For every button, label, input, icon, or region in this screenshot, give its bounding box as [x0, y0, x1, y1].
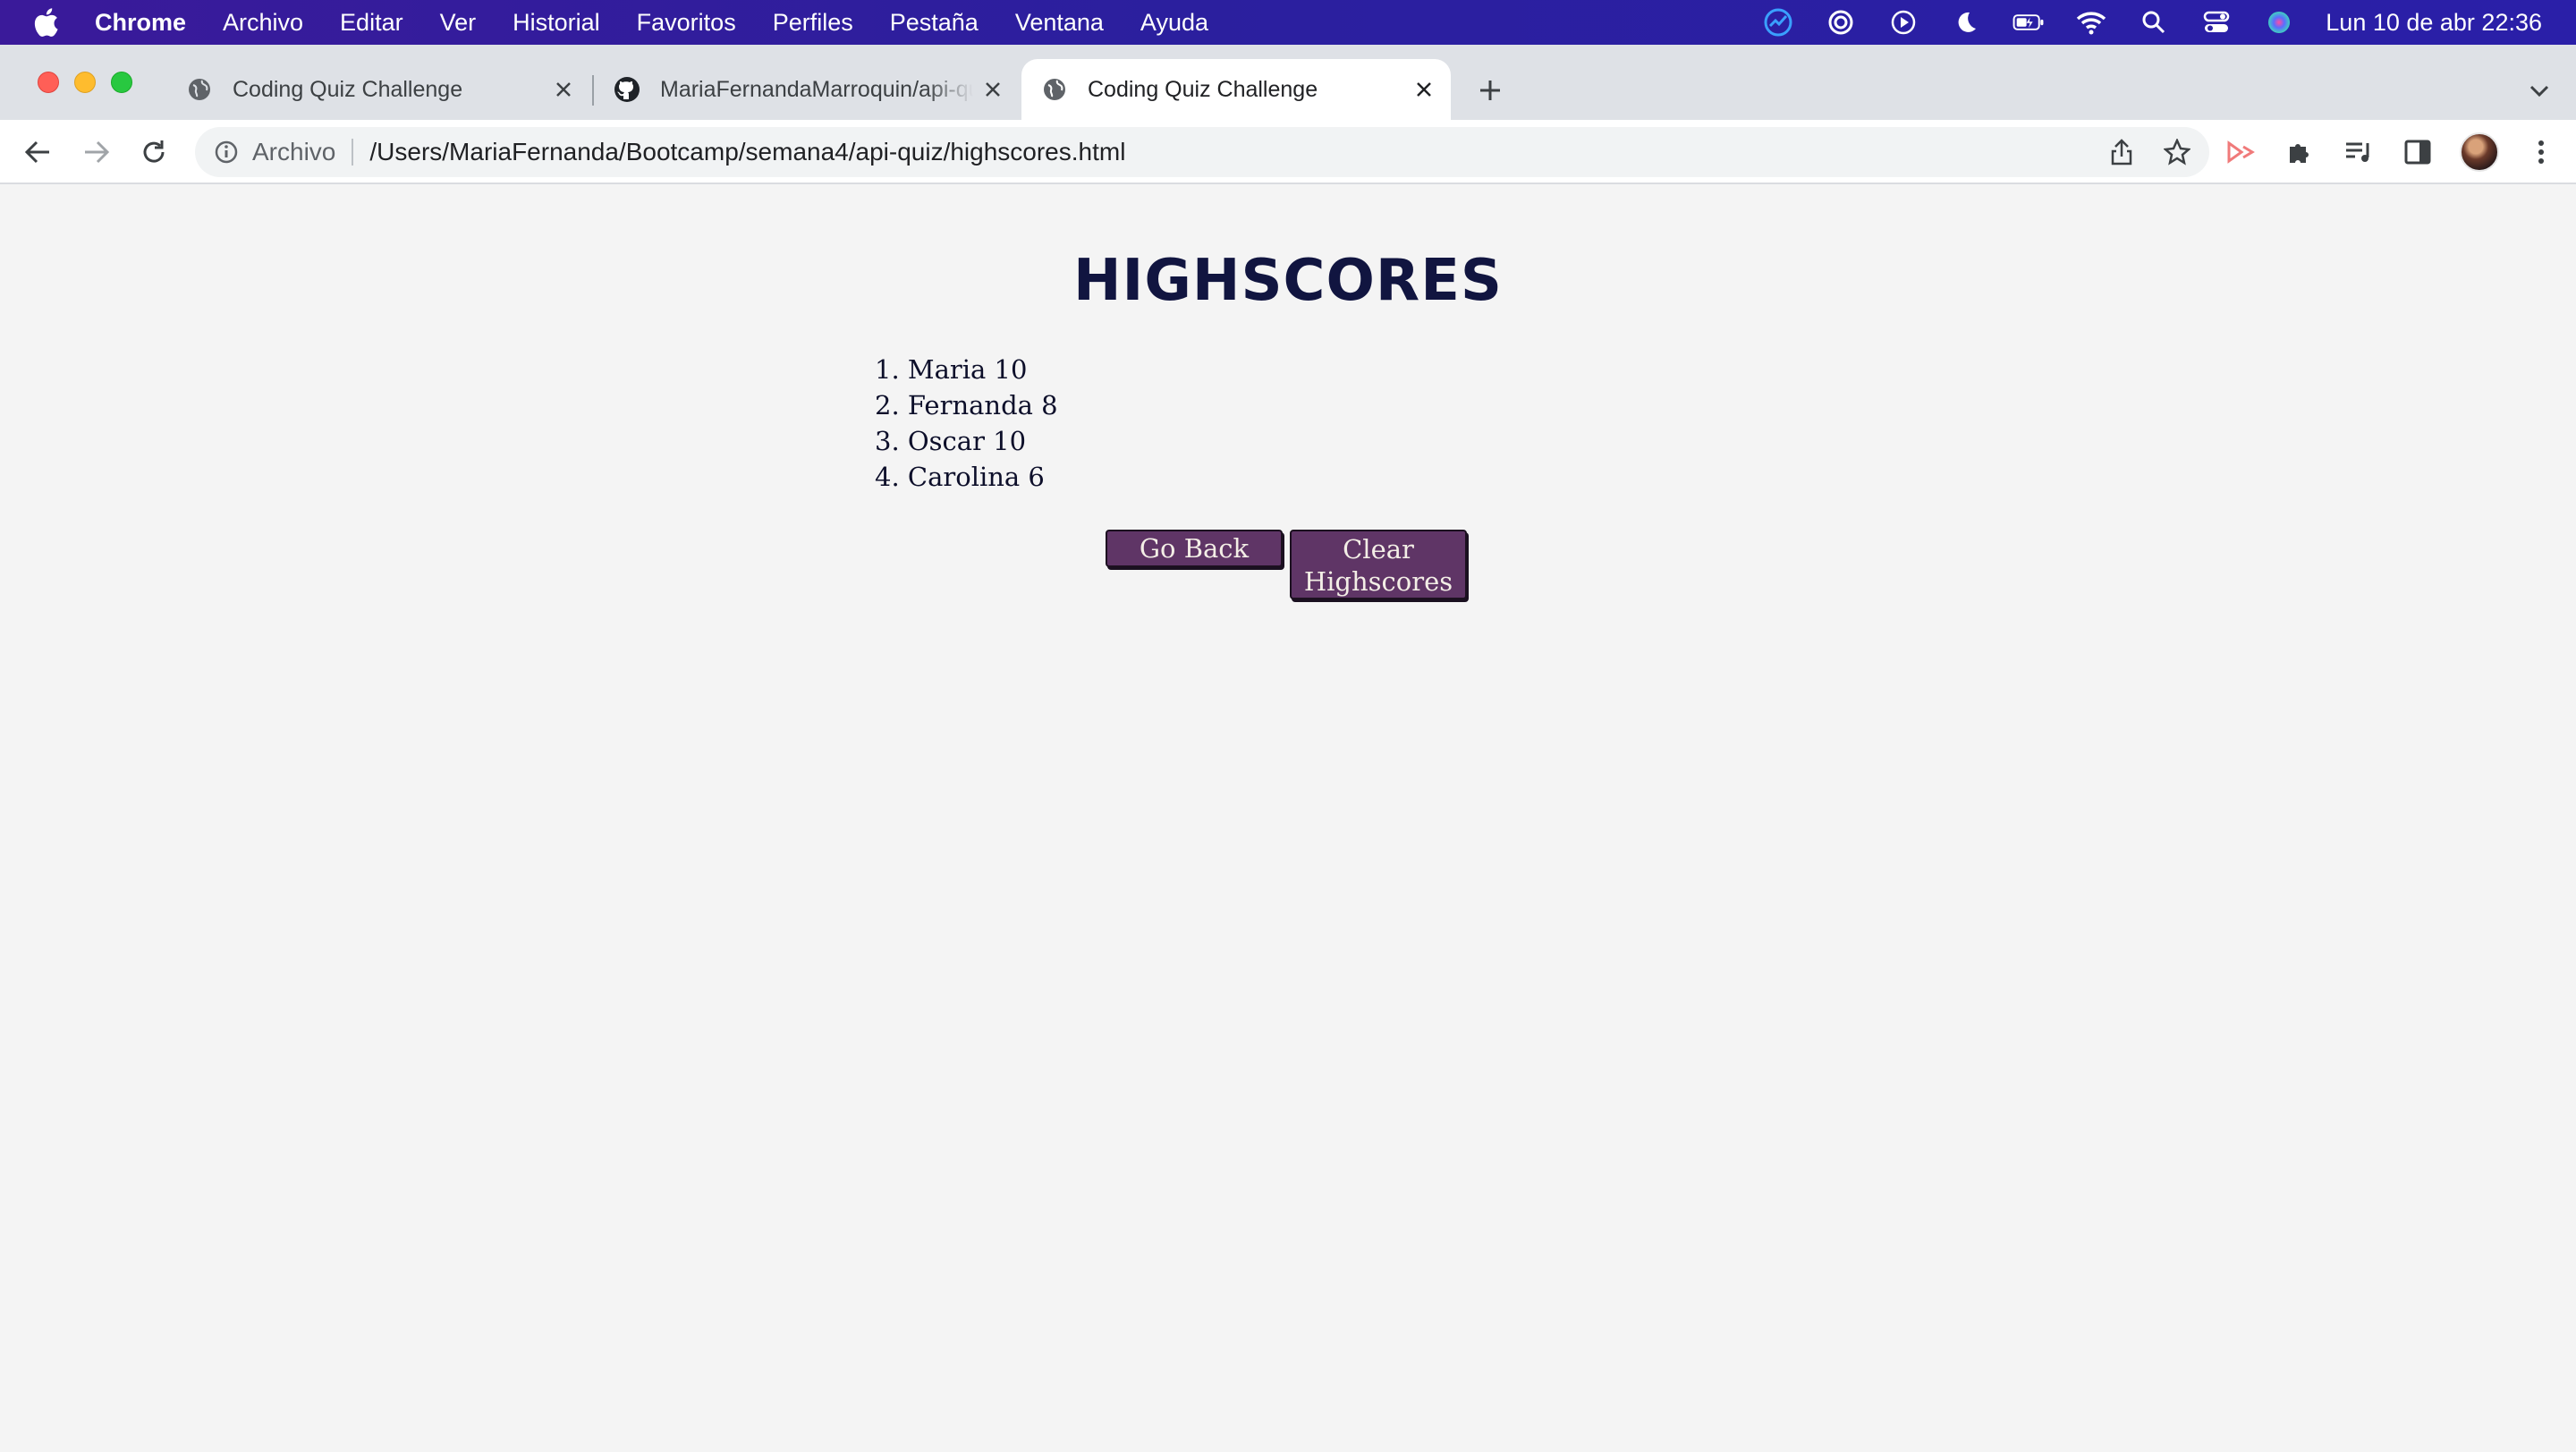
close-window-button[interactable]: [38, 72, 59, 93]
browser-toolbar: Archivo /Users/MariaFernanda/Bootcamp/se…: [0, 120, 2576, 184]
control-center-icon[interactable]: [2200, 6, 2233, 38]
clear-button-label-line2: Highscores: [1303, 565, 1453, 597]
menu-historial[interactable]: Historial: [513, 9, 600, 37]
bookmark-star-icon[interactable]: [2163, 138, 2191, 166]
toolbar-extensions: [2224, 132, 2558, 172]
profile-avatar[interactable]: [2460, 132, 2499, 172]
menu-favoritos[interactable]: Favoritos: [637, 9, 736, 37]
address-divider: [352, 139, 354, 166]
apple-logo-icon[interactable]: [34, 8, 61, 37]
go-back-button[interactable]: Go Back: [1106, 530, 1283, 567]
tab-coding-quiz-1[interactable]: Coding Quiz Challenge: [166, 59, 590, 120]
list-item: 2. Fernanda 8: [875, 390, 1058, 420]
tab-title: MariaFernandaMarroquin/api-quiz: [660, 76, 973, 102]
menubar-status-area: Lun 10 de abr 22:36: [1762, 0, 2542, 45]
macos-menu-bar: Chrome Archivo Editar Ver Historial Favo…: [0, 0, 2576, 45]
globe-icon: [1041, 76, 1068, 103]
forward-arrow-icon[interactable]: [80, 136, 113, 168]
menu-ver[interactable]: Ver: [440, 9, 477, 37]
url-scheme-label: Archivo: [252, 138, 336, 166]
media-playlist-icon[interactable]: [2342, 135, 2376, 169]
address-bar-actions: [2107, 138, 2191, 166]
highscores-actions: Go Back Clear Highscores: [1106, 530, 1467, 599]
minimize-window-button[interactable]: [74, 72, 96, 93]
new-tab-button[interactable]: [1474, 74, 1506, 106]
creative-cloud-icon[interactable]: [1825, 6, 1857, 38]
screencast-extension-icon[interactable]: [2224, 135, 2258, 169]
puzzle-extensions-icon[interactable]: [2283, 135, 2317, 169]
highscores-list: 1. Maria 10 2. Fernanda 8 3. Oscar 10 4.…: [875, 352, 1058, 495]
address-bar[interactable]: Archivo /Users/MariaFernanda/Bootcamp/se…: [195, 127, 2209, 177]
close-tab-icon[interactable]: [551, 77, 576, 102]
activity-monitor-icon[interactable]: [1762, 6, 1794, 38]
back-arrow-icon[interactable]: [21, 136, 54, 168]
page-viewport: HIGHSCORES 1. Maria 10 2. Fernanda 8 3. …: [0, 185, 2576, 1452]
menu-ayuda[interactable]: Ayuda: [1140, 9, 1208, 37]
list-item: 3. Oscar 10: [875, 426, 1027, 456]
menu-archivo[interactable]: Archivo: [223, 9, 303, 37]
browser-tab-strip: Coding Quiz Challenge MariaFernandaMarro…: [0, 45, 2576, 120]
menu-pestana[interactable]: Pestaña: [890, 9, 979, 37]
clear-button-label-line1: Clear: [1343, 533, 1414, 565]
menu-app-name[interactable]: Chrome: [95, 9, 186, 37]
tab-search-chevron-icon[interactable]: [2526, 77, 2553, 104]
url-text[interactable]: /Users/MariaFernanda/Bootcamp/semana4/ap…: [369, 138, 1125, 166]
list-item: 1. Maria 10: [875, 354, 1028, 385]
zoom-window-button[interactable]: [111, 72, 132, 93]
side-panel-icon[interactable]: [2401, 135, 2435, 169]
globe-icon: [186, 76, 213, 103]
play-icon[interactable]: [1887, 6, 1919, 38]
clear-highscores-button[interactable]: Clear Highscores: [1290, 530, 1467, 599]
siri-icon[interactable]: [2263, 6, 2295, 38]
close-tab-icon[interactable]: [980, 77, 1005, 102]
tab-title: Coding Quiz Challenge: [233, 76, 463, 102]
tab-github-repo[interactable]: MariaFernandaMarroquin/api-quiz: [594, 59, 1020, 120]
tab-title: Coding Quiz Challenge: [1088, 76, 1318, 102]
list-item: 4. Carolina 6: [875, 462, 1045, 492]
reload-icon[interactable]: [138, 136, 170, 168]
github-icon: [614, 76, 640, 103]
moon-icon[interactable]: [1950, 6, 1982, 38]
share-icon[interactable]: [2107, 138, 2136, 166]
menu-perfiles[interactable]: Perfiles: [773, 9, 853, 37]
window-controls: [38, 72, 132, 93]
more-menu-icon[interactable]: [2524, 135, 2558, 169]
spotlight-search-icon[interactable]: [2138, 6, 2170, 38]
site-info-icon[interactable]: [213, 139, 240, 166]
menu-editar[interactable]: Editar: [340, 9, 403, 37]
tab-coding-quiz-active[interactable]: Coding Quiz Challenge: [1021, 59, 1451, 120]
page-title: HIGHSCORES: [1072, 248, 1504, 314]
menu-ventana[interactable]: Ventana: [1015, 9, 1104, 37]
menubar-clock[interactable]: Lun 10 de abr 22:36: [2326, 9, 2542, 37]
wifi-icon[interactable]: [2075, 6, 2107, 38]
close-tab-icon[interactable]: [1411, 77, 1436, 102]
battery-icon[interactable]: [2012, 6, 2045, 38]
